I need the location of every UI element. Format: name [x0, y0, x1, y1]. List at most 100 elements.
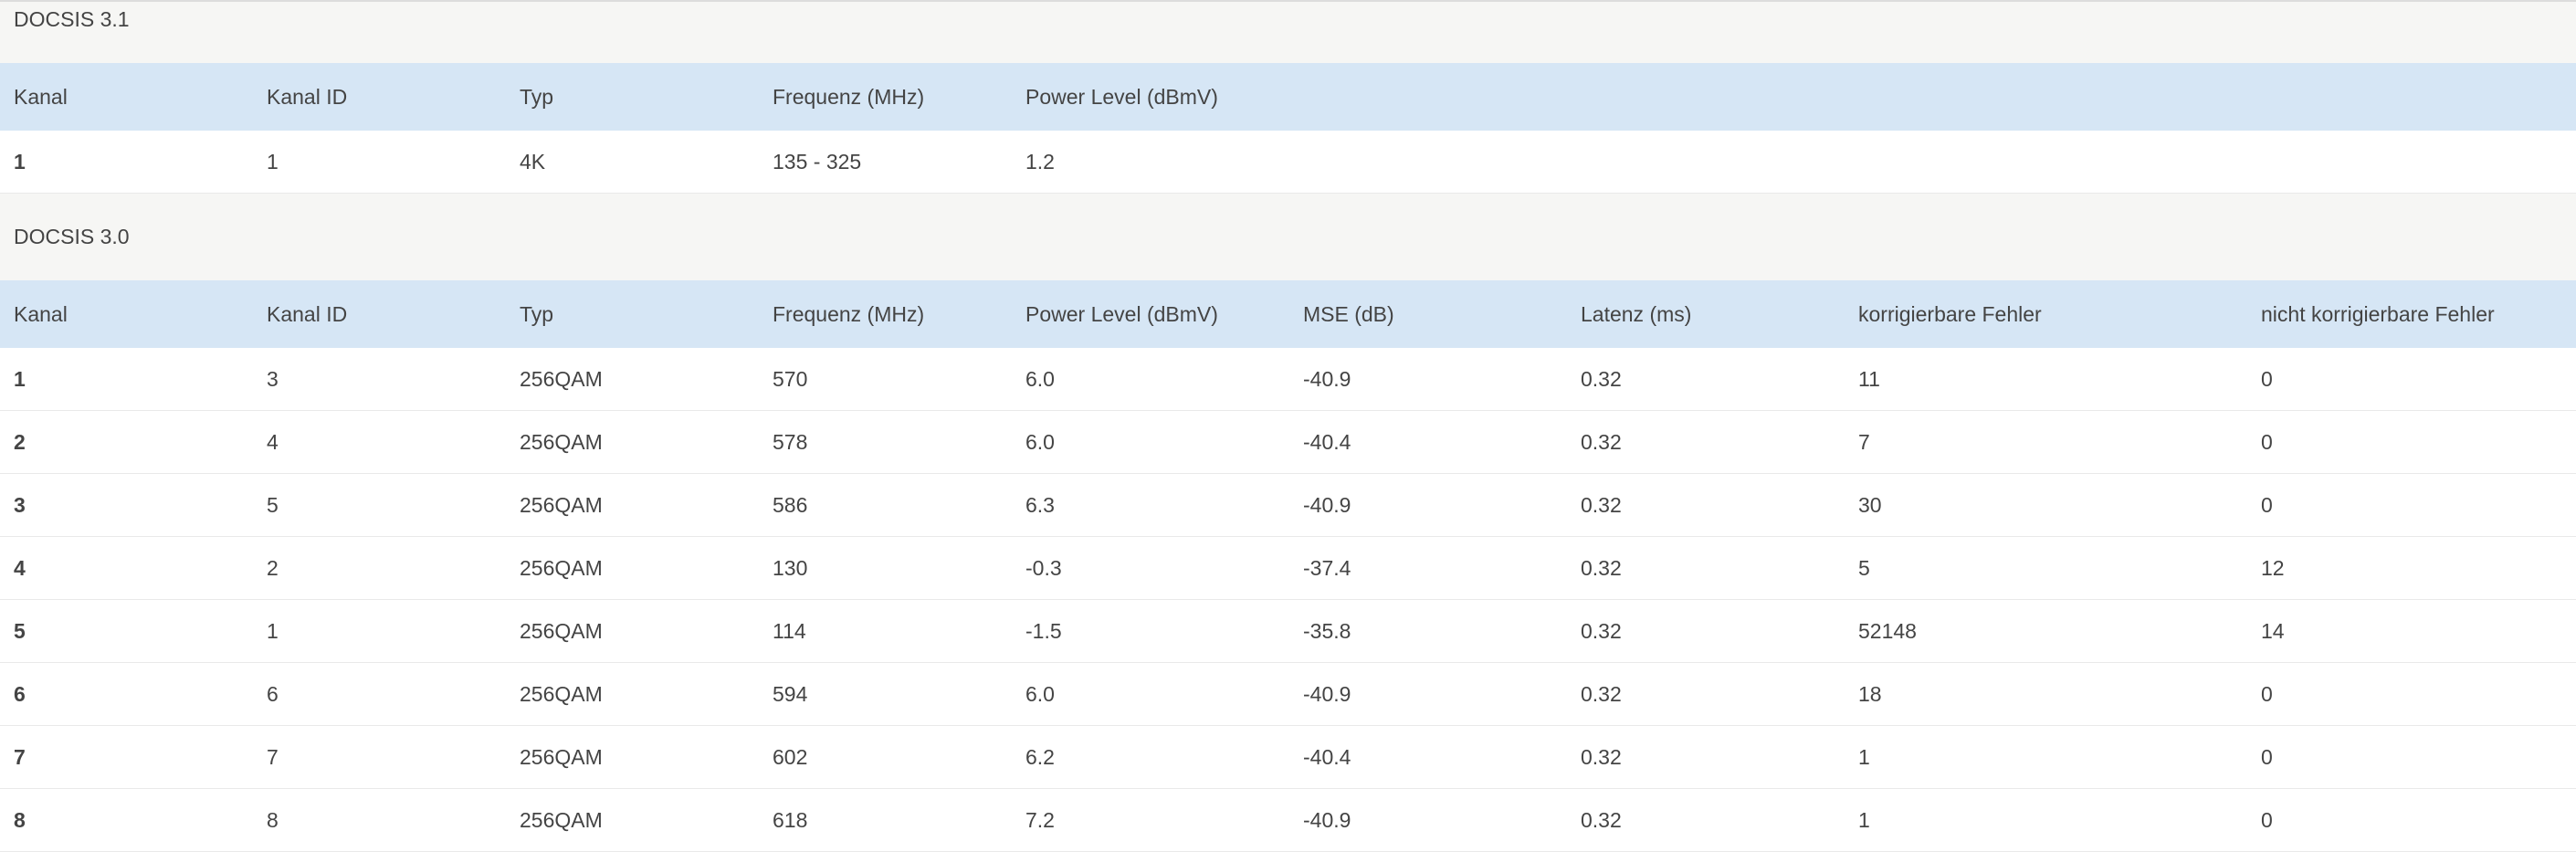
cell-kanal: 2	[14, 429, 26, 454]
cell-power-level: -0.3	[1025, 555, 1062, 580]
section-title-docsis31: DOCSIS 3.1	[0, 2, 2576, 63]
column-header-frequenz: Frequenz (MHz)	[773, 301, 925, 326]
cell-kanal-id: 1	[267, 618, 279, 643]
column-header-kanal: Kanal	[14, 301, 68, 326]
cell-korrigierbare-fehler: 18	[1858, 681, 1882, 706]
table-row: 8 8 256QAM 618 7.2 -40.9 0.32 1 0	[0, 789, 2576, 852]
table-header-docsis31: Kanal Kanal ID Typ Frequenz (MHz) Power …	[0, 63, 2576, 131]
cell-frequenz: 618	[773, 807, 808, 832]
cell-frequenz: 135 - 325	[773, 149, 862, 174]
cell-power-level: 6.0	[1025, 429, 1055, 454]
cell-kanal: 7	[14, 744, 26, 769]
cell-typ: 256QAM	[520, 366, 603, 391]
cell-mse: -40.9	[1303, 681, 1351, 706]
cell-korrigierbare-fehler: 30	[1858, 492, 1882, 517]
cell-mse: -40.4	[1303, 429, 1351, 454]
cell-power-level: 6.0	[1025, 681, 1055, 706]
cell-kanal-id: 3	[267, 366, 279, 391]
cell-nicht-korrigierbare-fehler: 0	[2261, 366, 2273, 391]
cell-mse: -35.8	[1303, 618, 1351, 643]
cell-korrigierbare-fehler: 52148	[1858, 618, 1917, 643]
cell-korrigierbare-fehler: 11	[1858, 366, 1880, 391]
table-header-docsis30: Kanal Kanal ID Typ Frequenz (MHz) Power …	[0, 280, 2576, 348]
cell-nicht-korrigierbare-fehler: 12	[2261, 555, 2285, 580]
cell-latenz: 0.32	[1581, 681, 1622, 706]
cell-power-level: -1.5	[1025, 618, 1062, 643]
cell-mse: -40.4	[1303, 744, 1351, 769]
cell-typ: 256QAM	[520, 618, 603, 643]
cell-nicht-korrigierbare-fehler: 0	[2261, 681, 2273, 706]
cell-kanal: 6	[14, 681, 26, 706]
cell-power-level: 6.0	[1025, 366, 1055, 391]
table-body-docsis30: 1 3 256QAM 570 6.0 -40.9 0.32 11 0 2 4 256QAM 578 6.0…	[0, 348, 2576, 852]
cell-typ: 256QAM	[520, 555, 603, 580]
cell-korrigierbare-fehler: 7	[1858, 429, 1870, 454]
cell-kanal-id: 2	[267, 555, 279, 580]
cell-latenz: 0.32	[1581, 807, 1622, 832]
column-header-power-level: Power Level (dBmV)	[1025, 301, 1218, 326]
cell-power-level: 7.2	[1025, 807, 1055, 832]
table-row: 4 2 256QAM 130 -0.3 -37.4 0.32 5 12	[0, 537, 2576, 600]
cell-nicht-korrigierbare-fehler: 0	[2261, 492, 2273, 517]
cell-frequenz: 586	[773, 492, 808, 517]
cell-power-level: 6.2	[1025, 744, 1055, 769]
cell-frequenz: 130	[773, 555, 808, 580]
cell-nicht-korrigierbare-fehler: 0	[2261, 429, 2273, 454]
cell-latenz: 0.32	[1581, 366, 1622, 391]
cell-kanal: 1	[14, 366, 26, 391]
cell-kanal-id: 8	[267, 807, 279, 832]
section-title-docsis30: DOCSIS 3.0	[0, 194, 2576, 280]
table-row: 7 7 256QAM 602 6.2 -40.4 0.32 1 0	[0, 726, 2576, 789]
cell-kanal: 5	[14, 618, 26, 643]
column-header-typ: Typ	[520, 301, 554, 326]
cell-mse: -37.4	[1303, 555, 1351, 580]
page: DOCSIS 3.1 Kanal Kanal ID Typ Frequenz (…	[0, 0, 2576, 852]
column-header-frequenz: Frequenz (MHz)	[773, 84, 925, 109]
cell-mse: -40.9	[1303, 807, 1351, 832]
cell-latenz: 0.32	[1581, 492, 1622, 517]
table-row: 1 1 4K 135 - 325 1.2	[0, 131, 2576, 194]
cell-frequenz: 594	[773, 681, 808, 706]
cell-kanal: 3	[14, 492, 26, 517]
cell-kanal-id: 5	[267, 492, 279, 517]
cell-nicht-korrigierbare-fehler: 0	[2261, 807, 2273, 832]
cell-nicht-korrigierbare-fehler: 0	[2261, 744, 2273, 769]
table-row: 3 5 256QAM 586 6.3 -40.9 0.32 30 0	[0, 474, 2576, 537]
column-header-kanal-id: Kanal ID	[267, 301, 348, 326]
cell-kanal: 4	[14, 555, 26, 580]
table-row: 5 1 256QAM 114 -1.5 -35.8 0.32 52148 14	[0, 600, 2576, 663]
cell-typ: 256QAM	[520, 681, 603, 706]
cell-latenz: 0.32	[1581, 744, 1622, 769]
column-header-kanal-id: Kanal ID	[267, 84, 348, 109]
table-row: 1 3 256QAM 570 6.0 -40.9 0.32 11 0	[0, 348, 2576, 411]
cell-frequenz: 578	[773, 429, 808, 454]
cell-frequenz: 570	[773, 366, 808, 391]
cell-latenz: 0.32	[1581, 555, 1622, 580]
cell-power-level: 6.3	[1025, 492, 1055, 517]
cell-power-level: 1.2	[1025, 149, 1055, 174]
table-row: 6 6 256QAM 594 6.0 -40.9 0.32 18 0	[0, 663, 2576, 726]
cell-kanal-id: 6	[267, 681, 279, 706]
column-header-nicht-korrigierbare-fehler: nicht korrigierbare Fehler	[2261, 301, 2495, 326]
cell-frequenz: 602	[773, 744, 808, 769]
cell-typ: 256QAM	[520, 744, 603, 769]
column-header-latenz: Latenz (ms)	[1581, 301, 1692, 326]
table-row: 2 4 256QAM 578 6.0 -40.4 0.32 7 0	[0, 411, 2576, 474]
column-header-kanal: Kanal	[14, 84, 68, 109]
cell-kanal: 8	[14, 807, 26, 832]
cell-typ: 256QAM	[520, 807, 603, 832]
cell-mse: -40.9	[1303, 492, 1351, 517]
cell-nicht-korrigierbare-fehler: 14	[2261, 618, 2285, 643]
cell-kanal-id: 4	[267, 429, 279, 454]
cell-frequenz: 114	[773, 618, 806, 643]
cell-latenz: 0.32	[1581, 429, 1622, 454]
cell-typ: 256QAM	[520, 429, 603, 454]
column-header-typ: Typ	[520, 84, 554, 109]
column-header-korrigierbare-fehler: korrigierbare Fehler	[1858, 301, 2042, 326]
cell-korrigierbare-fehler: 1	[1858, 807, 1870, 832]
column-header-mse: MSE (dB)	[1303, 301, 1394, 326]
cell-kanal-id: 7	[267, 744, 279, 769]
cell-kanal: 1	[14, 149, 26, 174]
cell-typ: 256QAM	[520, 492, 603, 517]
cell-mse: -40.9	[1303, 366, 1351, 391]
